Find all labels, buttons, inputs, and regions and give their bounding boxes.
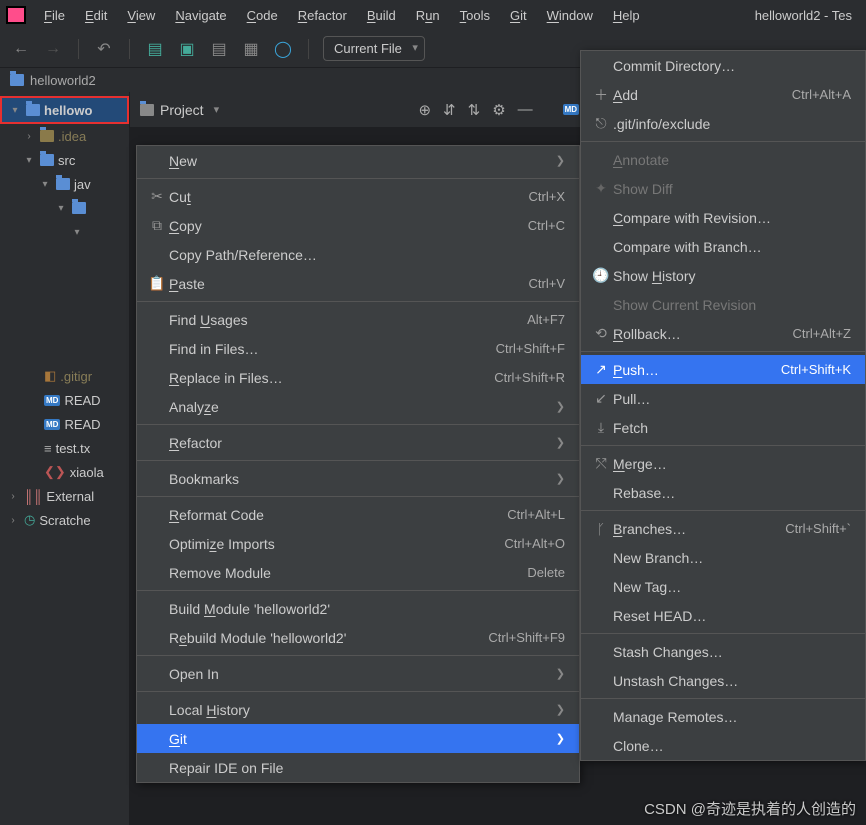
menu-navigate[interactable]: Navigate bbox=[167, 5, 234, 26]
tree-external[interactable]: ›║║External bbox=[0, 484, 129, 508]
tree-root[interactable]: ▾hellowo bbox=[0, 96, 129, 124]
circle-icon[interactable]: ◯ bbox=[272, 38, 294, 60]
save-icon[interactable]: ▣ bbox=[176, 38, 198, 60]
menu-item[interactable]: ⤲Merge… bbox=[581, 449, 865, 478]
menu-item[interactable]: Open In❯ bbox=[137, 659, 579, 688]
menu-edit[interactable]: Edit bbox=[77, 5, 115, 26]
tree-src[interactable]: ▾src bbox=[0, 148, 129, 172]
menu-item[interactable]: ✂CutCtrl+X bbox=[137, 182, 579, 211]
project-dropdown-icon[interactable]: ▾ bbox=[214, 103, 220, 116]
menu-item[interactable]: New Tag… bbox=[581, 572, 865, 601]
menu-item[interactable]: ⧉CopyCtrl+C bbox=[137, 211, 579, 240]
menu-view[interactable]: View bbox=[119, 5, 163, 26]
menu-item[interactable]: ↙Pull… bbox=[581, 384, 865, 413]
menu-build[interactable]: Build bbox=[359, 5, 404, 26]
settings-icon[interactable]: ⚙ bbox=[492, 101, 505, 119]
menu-run[interactable]: Run bbox=[408, 5, 448, 26]
menu-item[interactable]: Remove ModuleDelete bbox=[137, 558, 579, 587]
menu-item[interactable]: Copy Path/Reference… bbox=[137, 240, 579, 269]
minimize-icon[interactable]: — bbox=[518, 101, 533, 119]
menu-item[interactable]: Unstash Changes… bbox=[581, 666, 865, 695]
menu-item[interactable]: Rebuild Module 'helloworld2'Ctrl+Shift+F… bbox=[137, 623, 579, 652]
menu-item[interactable]: ↗Push…Ctrl+Shift+K bbox=[581, 355, 865, 384]
menu-item[interactable]: Git❯ bbox=[137, 724, 579, 753]
tree-readme2[interactable]: MDREAD bbox=[0, 412, 129, 436]
ij-logo-icon bbox=[6, 6, 26, 24]
tree-readme1[interactable]: MDREAD bbox=[0, 388, 129, 412]
menu-item: Annotate bbox=[581, 145, 865, 174]
tree-scratches[interactable]: ›◷Scratche bbox=[0, 508, 129, 532]
menu-item[interactable]: ⤓Fetch bbox=[581, 413, 865, 442]
tree-gitignore[interactable]: ◧.gitigr bbox=[0, 364, 129, 388]
tree-jav[interactable]: ▾jav bbox=[0, 172, 129, 196]
menu-item[interactable]: Reset HEAD… bbox=[581, 601, 865, 630]
menu-item[interactable]: Clone… bbox=[581, 731, 865, 760]
project-panel-label[interactable]: Project bbox=[160, 102, 204, 118]
menu-item[interactable]: Commit Directory… bbox=[581, 51, 865, 80]
menu-item[interactable]: ⟲Rollback…Ctrl+Alt+Z bbox=[581, 319, 865, 348]
menu-item[interactable]: Reformat CodeCtrl+Alt+L bbox=[137, 500, 579, 529]
menu-item[interactable]: ＋AddCtrl+Alt+A bbox=[581, 80, 865, 109]
menu-item[interactable]: Find UsagesAlt+F7 bbox=[137, 305, 579, 334]
menu-item[interactable]: 📋PasteCtrl+V bbox=[137, 269, 579, 298]
expand-icon[interactable]: ⇵ bbox=[443, 101, 456, 119]
tree-sub1[interactable]: ▾ bbox=[0, 196, 129, 220]
menu-help[interactable]: Help bbox=[605, 5, 648, 26]
back-button[interactable]: ← bbox=[10, 38, 32, 60]
menu-item[interactable]: Manage Remotes… bbox=[581, 702, 865, 731]
watermark: CSDN @奇迹是执着的人创造的 bbox=[644, 798, 856, 819]
menu-item[interactable]: New❯ bbox=[137, 146, 579, 175]
menu-item[interactable]: 🕘Show History bbox=[581, 261, 865, 290]
stack-icon[interactable]: ▤ bbox=[144, 38, 166, 60]
menu-item: Show Current Revision bbox=[581, 290, 865, 319]
forward-button[interactable]: → bbox=[42, 38, 64, 60]
tree-xiaola[interactable]: ❮❯xiaola bbox=[0, 460, 129, 484]
menu-item[interactable]: Build Module 'helloworld2' bbox=[137, 594, 579, 623]
menu-refactor[interactable]: Refactor bbox=[290, 5, 355, 26]
menu-item[interactable]: Analyze❯ bbox=[137, 392, 579, 421]
menu-item[interactable]: Optimize ImportsCtrl+Alt+O bbox=[137, 529, 579, 558]
menu-item[interactable]: Compare with Branch… bbox=[581, 232, 865, 261]
menu-item: ✦Show Diff bbox=[581, 174, 865, 203]
menu-item[interactable]: Find in Files…Ctrl+Shift+F bbox=[137, 334, 579, 363]
menu-item[interactable]: ᚴBranches…Ctrl+Shift+` bbox=[581, 514, 865, 543]
menu-file[interactable]: File bbox=[36, 5, 73, 26]
window-title: helloworld2 - Tes bbox=[747, 5, 860, 26]
save2-icon[interactable]: ▤ bbox=[208, 38, 230, 60]
context-menu-project: New❯ ✂CutCtrl+X⧉CopyCtrl+CCopy Path/Refer… bbox=[136, 145, 580, 783]
context-menu-git: Commit Directory…＋AddCtrl+Alt+A⎋.git/inf… bbox=[580, 50, 866, 761]
menu-code[interactable]: Code bbox=[239, 5, 286, 26]
folder-icon bbox=[10, 74, 24, 86]
menu-item[interactable]: Stash Changes… bbox=[581, 637, 865, 666]
menu-item[interactable]: Local History❯ bbox=[137, 695, 579, 724]
project-panel: ▾hellowo ›.idea ▾src ▾jav ▾ ▾ ◧.gitigr M… bbox=[0, 92, 130, 825]
tree-test[interactable]: ≡test.tx bbox=[0, 436, 129, 460]
menu-item[interactable]: Refactor❯ bbox=[137, 428, 579, 457]
menu-item[interactable]: Rebase… bbox=[581, 478, 865, 507]
menu-item[interactable]: New Branch… bbox=[581, 543, 865, 572]
project-icon bbox=[140, 104, 154, 116]
select-target-icon[interactable]: ⊕ bbox=[418, 101, 431, 119]
save3-icon[interactable]: ▦ bbox=[240, 38, 262, 60]
run-config-select[interactable]: Current File bbox=[323, 36, 425, 61]
tree-idea[interactable]: ›.idea bbox=[0, 124, 129, 148]
menu-tools[interactable]: Tools bbox=[452, 5, 498, 26]
menu-item[interactable]: Bookmarks❯ bbox=[137, 464, 579, 493]
menu-item[interactable]: ⎋.git/info/exclude bbox=[581, 109, 865, 138]
menu-git[interactable]: Git bbox=[502, 5, 535, 26]
menu-item[interactable]: Repair IDE on File bbox=[137, 753, 579, 782]
tree-sub2[interactable]: ▾ bbox=[0, 220, 129, 244]
main-menubar: File Edit View Navigate Code Refactor Bu… bbox=[0, 0, 866, 30]
menu-item[interactable]: Replace in Files…Ctrl+Shift+R bbox=[137, 363, 579, 392]
menu-window[interactable]: Window bbox=[539, 5, 601, 26]
menu-item[interactable]: Compare with Revision… bbox=[581, 203, 865, 232]
reply-icon[interactable]: ↶ bbox=[93, 38, 115, 60]
collapse-icon[interactable]: ⇅ bbox=[468, 101, 481, 119]
breadcrumb-project[interactable]: helloworld2 bbox=[30, 73, 96, 88]
